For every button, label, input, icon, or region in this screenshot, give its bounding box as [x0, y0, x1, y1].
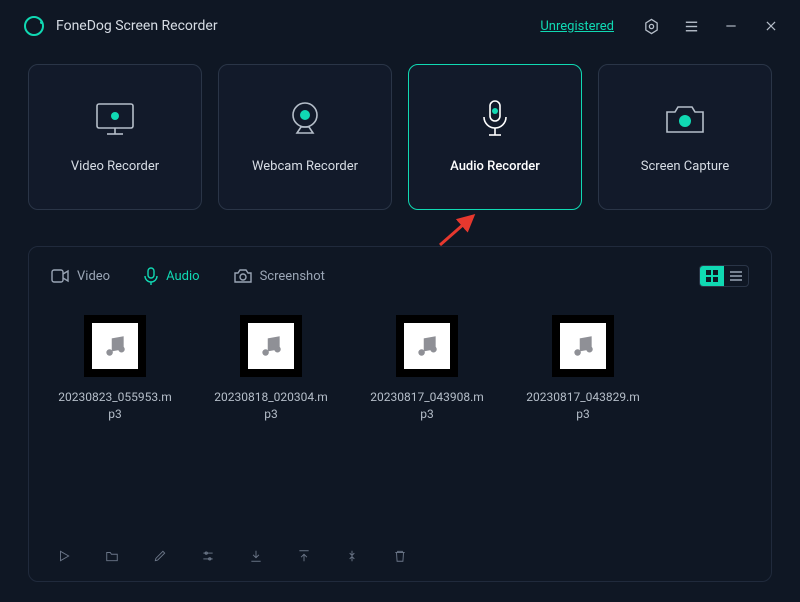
video-icon	[51, 269, 69, 283]
file-name: 20230823_055953.mp3	[55, 389, 175, 423]
mode-screen-capture[interactable]: Screen Capture	[598, 64, 772, 210]
app-header: FoneDog Screen Recorder Unregistered	[0, 0, 800, 52]
compress-button[interactable]	[343, 547, 361, 565]
minimize-icon[interactable]	[722, 17, 740, 35]
file-toolbar	[51, 539, 749, 571]
tab-label: Video	[77, 269, 110, 284]
edit-button[interactable]	[151, 547, 169, 565]
tab-video[interactable]: Video	[51, 269, 110, 284]
sliders-button[interactable]	[199, 547, 217, 565]
music-note-icon	[570, 333, 596, 359]
file-item[interactable]: 20230817_043908.mp3	[367, 315, 487, 539]
app-logo-icon	[24, 16, 44, 36]
mode-webcam-recorder[interactable]: Webcam Recorder	[218, 64, 392, 210]
file-grid: 20230823_055953.mp3 20230818_020304.mp3 …	[51, 287, 749, 539]
play-button[interactable]	[55, 547, 73, 565]
annotation-arrow-icon	[435, 210, 485, 250]
tab-screenshot[interactable]: Screenshot	[234, 269, 325, 284]
tab-audio[interactable]: Audio	[144, 267, 199, 285]
tab-label: Screenshot	[260, 269, 325, 284]
file-thumbnail	[240, 315, 302, 377]
view-toggle	[699, 265, 749, 287]
file-item[interactable]: 20230818_020304.mp3	[211, 315, 331, 539]
library-tabs: Video Audio Screenshot	[51, 265, 749, 287]
microphone-icon	[471, 101, 519, 137]
file-name: 20230817_043829.mp3	[523, 389, 643, 423]
webcam-icon	[281, 101, 329, 137]
mode-label: Video Recorder	[71, 159, 159, 174]
settings-icon[interactable]	[642, 17, 660, 35]
open-folder-button[interactable]	[103, 547, 121, 565]
file-thumbnail	[552, 315, 614, 377]
mode-audio-recorder[interactable]: Audio Recorder	[408, 64, 582, 210]
export-button[interactable]	[295, 547, 313, 565]
close-icon[interactable]	[762, 17, 780, 35]
file-item[interactable]: 20230817_043829.mp3	[523, 315, 643, 539]
unregistered-link[interactable]: Unregistered	[540, 19, 614, 34]
camera-icon	[234, 269, 252, 283]
mode-label: Screen Capture	[641, 159, 729, 174]
file-thumbnail	[84, 315, 146, 377]
library-panel: Video Audio Screenshot 20230823_055953.m…	[28, 246, 772, 582]
menu-icon[interactable]	[682, 17, 700, 35]
microphone-icon	[144, 267, 158, 285]
file-thumbnail	[396, 315, 458, 377]
music-note-icon	[258, 333, 284, 359]
mode-selector: Video Recorder Webcam Recorder Audio Rec…	[0, 52, 800, 210]
file-name: 20230818_020304.mp3	[211, 389, 331, 423]
import-button[interactable]	[247, 547, 265, 565]
file-item[interactable]: 20230823_055953.mp3	[55, 315, 175, 539]
list-view-button[interactable]	[724, 266, 748, 286]
mode-label: Webcam Recorder	[252, 159, 358, 174]
tab-label: Audio	[166, 269, 199, 284]
monitor-icon	[91, 101, 139, 137]
app-title: FoneDog Screen Recorder	[56, 18, 218, 34]
music-note-icon	[102, 333, 128, 359]
delete-button[interactable]	[391, 547, 409, 565]
mode-label: Audio Recorder	[450, 159, 540, 174]
mode-video-recorder[interactable]: Video Recorder	[28, 64, 202, 210]
music-note-icon	[414, 333, 440, 359]
file-name: 20230817_043908.mp3	[367, 389, 487, 423]
camera-icon	[661, 101, 709, 137]
grid-view-button[interactable]	[700, 266, 724, 286]
